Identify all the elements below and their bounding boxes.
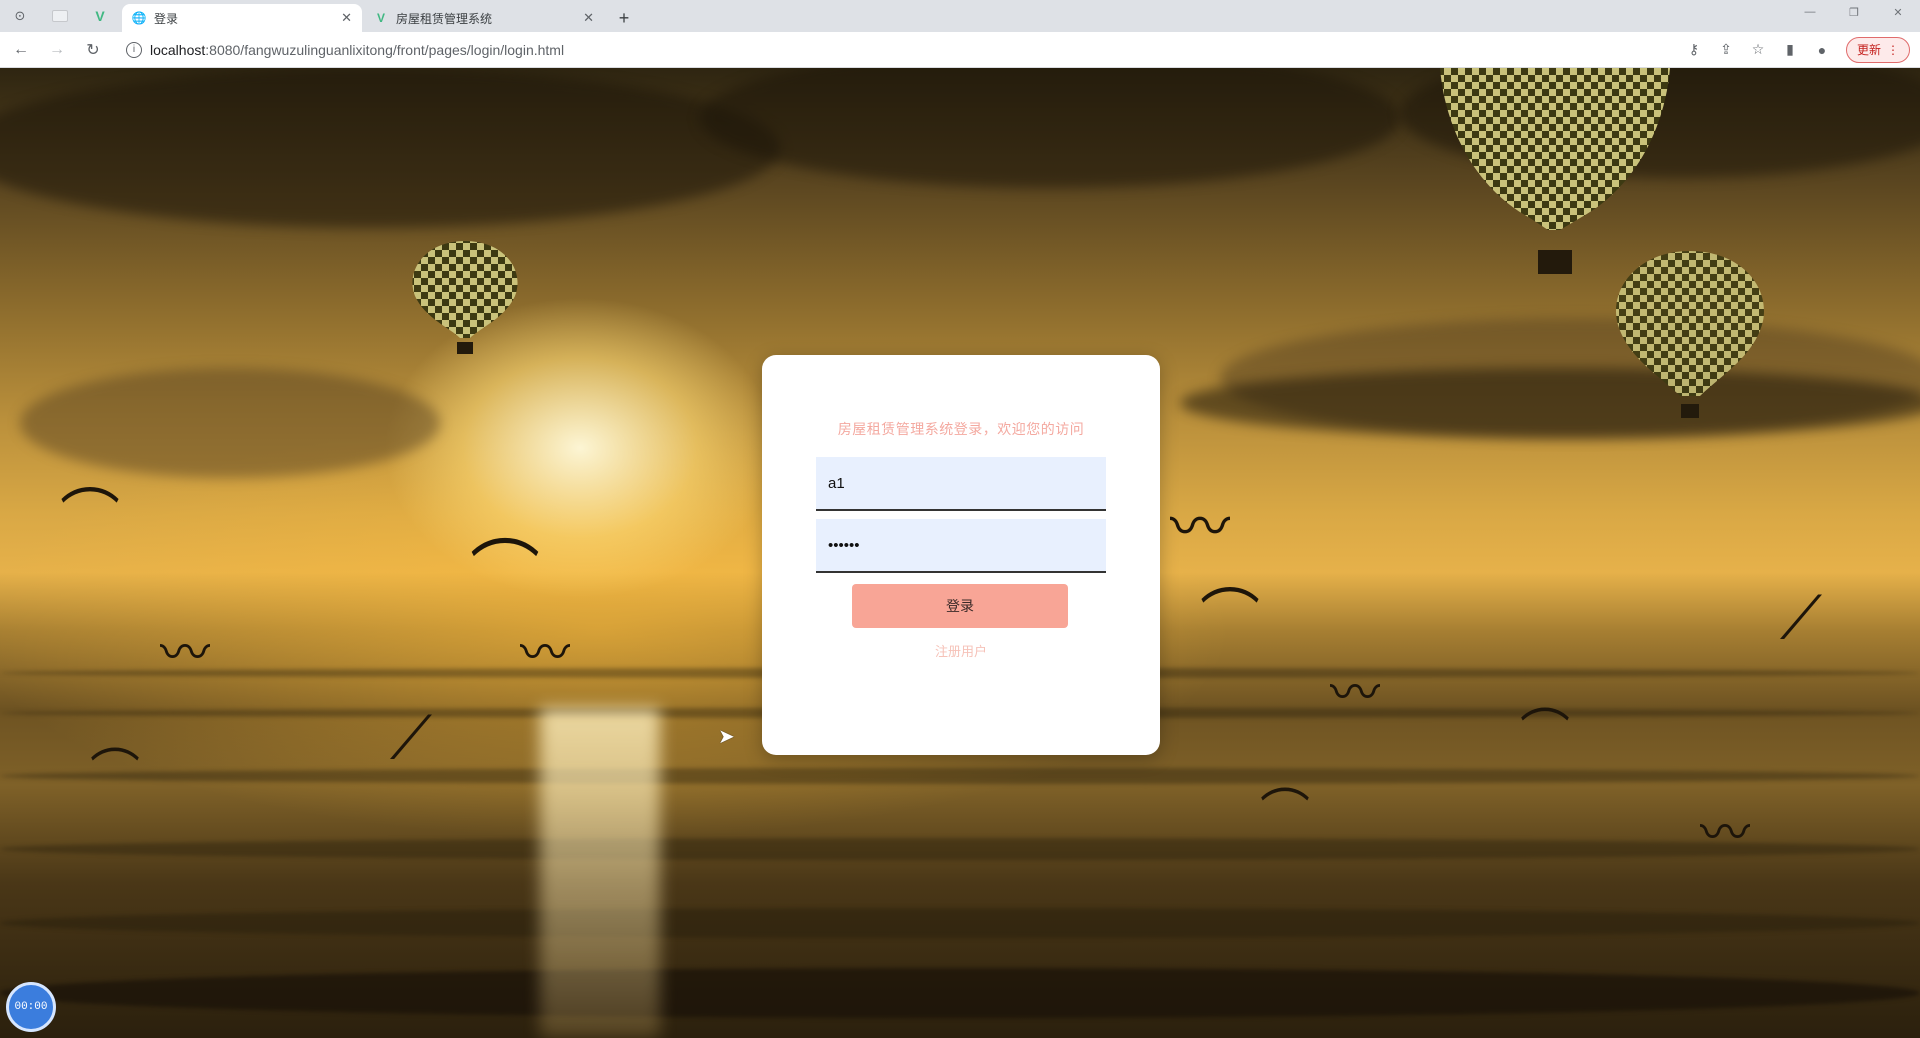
side-panel-icon[interactable]: ▮: [1776, 36, 1804, 64]
key-icon[interactable]: ⚷: [1680, 36, 1708, 64]
bird: 〰: [1330, 665, 1380, 721]
update-label: 更新: [1856, 43, 1881, 57]
bird: 〰: [1700, 805, 1750, 861]
address-path: :8080/fangwuzulinguanlixitong/front/page…: [205, 41, 565, 58]
login-button[interactable]: 登录: [852, 584, 1068, 628]
address-host: localhost: [150, 41, 206, 58]
bird: ⌒: [470, 534, 540, 612]
share-icon[interactable]: ⇪: [1712, 36, 1740, 64]
bird: 〰: [160, 625, 210, 681]
profile-icon[interactable]: ●: [1808, 36, 1836, 64]
wave: [0, 838, 1920, 860]
bird: ⌒: [1200, 584, 1260, 651]
bookmark-star-icon[interactable]: ☆: [1744, 36, 1772, 64]
bird: ⌒: [1520, 705, 1570, 761]
window-close-icon[interactable]: ✕: [1876, 0, 1920, 24]
register-link[interactable]: 注册用户: [762, 641, 1160, 660]
tab-login[interactable]: 🌐 登录 ✕: [122, 4, 362, 32]
wave: [0, 908, 1920, 938]
bird: ⌒: [90, 745, 140, 801]
bird: ⌒: [60, 484, 120, 551]
badge-text: 00:00: [14, 1001, 48, 1013]
close-icon[interactable]: ✕: [583, 10, 594, 26]
login-title: 房屋租赁管理系统登录，欢迎您的访问: [837, 421, 1085, 437]
forward-icon[interactable]: →: [42, 35, 72, 65]
cloud: [20, 368, 440, 478]
new-tab-button[interactable]: +: [610, 4, 638, 32]
close-icon[interactable]: ✕: [341, 10, 352, 26]
vue-icon: V: [376, 11, 385, 25]
bird: 〰: [520, 625, 570, 681]
browser-tab-bar: ⊙ V 🌐 登录 ✕ V 房屋租赁管理系统 ✕ + — ❐ ✕: [0, 0, 1920, 32]
bird: ⟋: [390, 704, 432, 771]
sun-reflection: [540, 708, 660, 1038]
pinned-tab-vue[interactable]: V: [80, 0, 120, 32]
username-input[interactable]: [816, 457, 1106, 511]
tab-search-icon[interactable]: ⊙: [0, 0, 40, 32]
reload-icon[interactable]: ↻: [78, 35, 108, 65]
globe-icon: 🌐: [131, 11, 147, 25]
bird: ⟋: [1780, 584, 1822, 651]
wave: [0, 968, 1920, 1018]
hot-air-balloon: [1615, 251, 1765, 418]
cloud: [1180, 368, 1920, 438]
update-button[interactable]: 更新 ⋮: [1845, 36, 1910, 63]
pinned-tab[interactable]: [40, 0, 80, 32]
tab-title: 房屋租赁管理系统: [396, 11, 493, 26]
address-bar[interactable]: i localhost :8080/fangwuzulinguanlixiton…: [116, 35, 1676, 64]
bird: 〰: [1170, 494, 1230, 561]
wave: [0, 768, 1920, 784]
menu-dots-icon: ⋮: [1887, 42, 1899, 57]
hot-air-balloon: [412, 241, 518, 354]
window-controls: — ❐ ✕: [1788, 0, 1920, 24]
recording-timer-badge[interactable]: 00:00: [6, 982, 56, 1032]
back-icon[interactable]: ←: [6, 35, 36, 65]
password-input[interactable]: [816, 519, 1106, 573]
info-icon[interactable]: i: [126, 41, 142, 58]
login-card: 房屋租赁管理系统登录，欢迎您的访问 登录 注册用户: [762, 355, 1160, 755]
bird: ⌒: [1260, 785, 1310, 841]
tab-title: 登录: [154, 11, 179, 26]
vue-icon: V: [95, 8, 105, 24]
page-viewport: ⌒ 〰 ⌒ ⟋ 〰 ⌒ 〰 ⌒ 〰 ⌒ ⟋ 〰 ⌒ 房屋租赁管理系统登录，欢迎您…: [0, 68, 1920, 1038]
minimize-icon[interactable]: —: [1788, 0, 1832, 24]
restore-icon[interactable]: ❐: [1832, 0, 1876, 24]
tab-system[interactable]: V 房屋租赁管理系统 ✕: [364, 4, 604, 32]
mouse-cursor-icon: ➤: [718, 726, 735, 748]
browser-toolbar: ← → ↻ i localhost :8080/fangwuzulinguanl…: [0, 32, 1920, 68]
